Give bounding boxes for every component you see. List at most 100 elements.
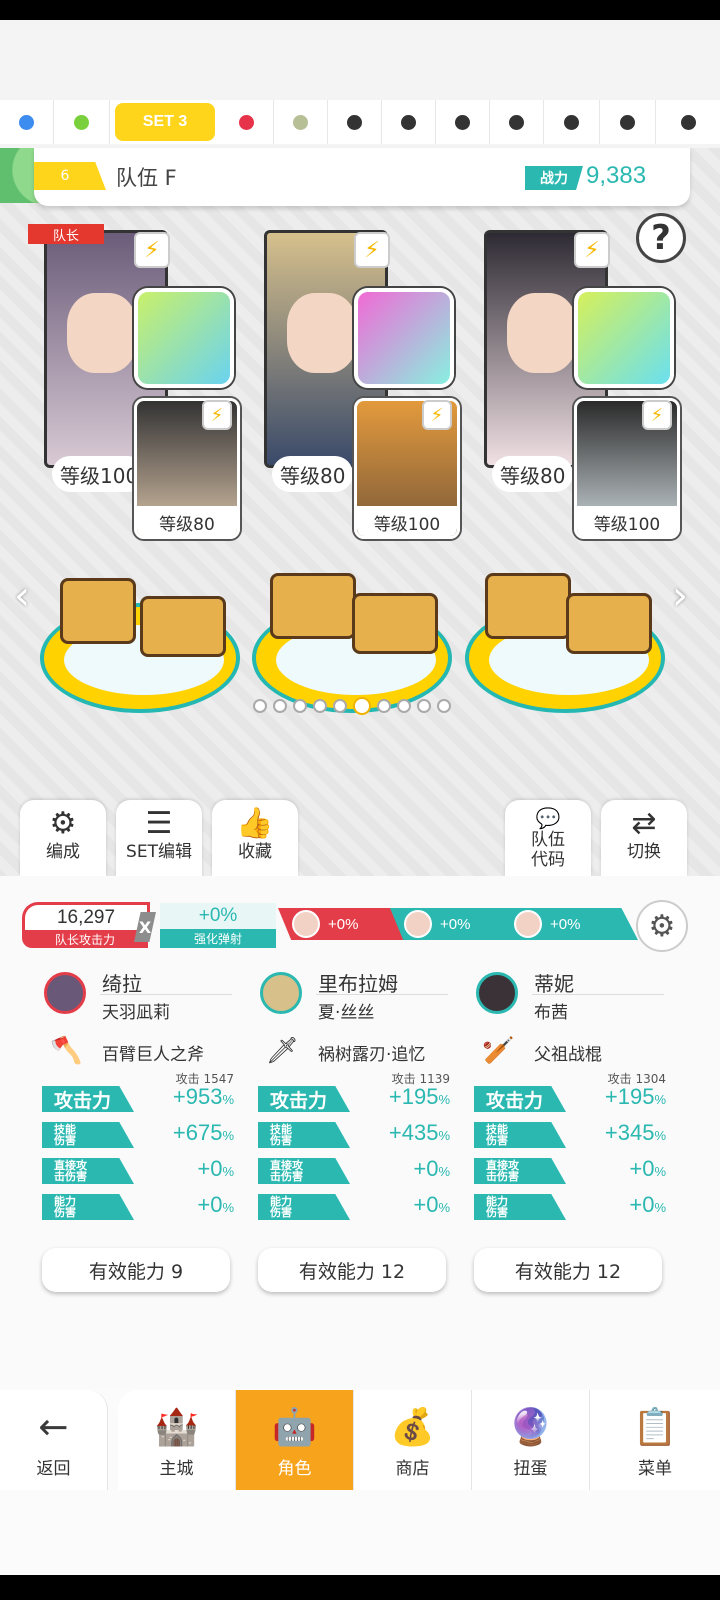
set-tab-10[interactable] xyxy=(544,100,600,144)
set-dot xyxy=(680,114,696,130)
set-dot xyxy=(293,114,308,130)
buff-value: +0% xyxy=(440,915,471,933)
set-tab-5[interactable] xyxy=(274,100,328,144)
lightning-icon: ⚡ xyxy=(134,232,170,268)
set-edit-label: SET编辑 xyxy=(126,842,192,862)
power-value: 9,383 xyxy=(586,162,647,189)
set-dot xyxy=(347,114,362,130)
avatar[interactable] xyxy=(476,972,518,1014)
page-dot[interactable] xyxy=(377,699,391,713)
buff-slot-1[interactable]: +0% xyxy=(278,908,410,940)
nav-label: 菜单 xyxy=(638,1459,672,1479)
menu-icon: 📋 xyxy=(632,1407,678,1448)
effective-ability-button-3[interactable]: 有效能力 12 xyxy=(474,1248,662,1292)
avatar[interactable] xyxy=(44,972,86,1014)
set-tab-12[interactable] xyxy=(656,100,720,144)
page-dot[interactable] xyxy=(273,699,287,713)
stat-value: +0% xyxy=(629,1156,666,1181)
favorite-label: 收藏 xyxy=(238,842,272,862)
page-dot[interactable] xyxy=(253,699,267,713)
swap-icon: ⇄ xyxy=(631,806,657,841)
stat-row-direct: 直接攻 击伤害 +0% xyxy=(42,1156,234,1184)
hero-level: 等级100 xyxy=(52,456,147,492)
team-code-label-2: 代码 xyxy=(531,850,565,870)
stat-label: 攻击力 xyxy=(258,1086,350,1112)
chevron-left-icon[interactable]: ‹ xyxy=(14,573,30,619)
team-number: 6 xyxy=(34,162,106,190)
set-tab-3[interactable]: SET 3 xyxy=(110,100,220,144)
stat-label: 能力 伤害 xyxy=(42,1194,134,1220)
gear-icon[interactable]: ⚙ xyxy=(636,900,688,952)
nav-hero[interactable]: 🤖 角色 xyxy=(236,1390,354,1490)
page-dot[interactable] xyxy=(313,699,327,713)
nav-gacha[interactable]: 🔮 扭蛋 xyxy=(472,1390,590,1490)
weapon-name: 百臂巨人之斧 xyxy=(102,1045,204,1065)
set-dot xyxy=(19,114,34,130)
page-dot[interactable] xyxy=(417,699,431,713)
weapon-slot-1[interactable] xyxy=(134,288,234,388)
stat-value: +195% xyxy=(604,1084,666,1109)
formation-label: 编成 xyxy=(46,842,80,862)
buff-value: +0% xyxy=(550,915,581,933)
effective-ability-button-1[interactable]: 有效能力 9 xyxy=(42,1248,230,1292)
set-tab-9[interactable] xyxy=(490,100,544,144)
switch-button[interactable]: ⇄ 切换 xyxy=(601,800,687,876)
nav-menu[interactable]: 📋 菜单 xyxy=(590,1390,720,1490)
hero-name: 蒂妮 xyxy=(534,972,574,996)
leader-attack-value: 16,297 xyxy=(22,902,150,930)
set-tab-bar: SET 3 xyxy=(0,100,720,144)
formation-icon: ⚙ xyxy=(49,806,77,841)
divider xyxy=(532,994,664,995)
effective-ability-button-2[interactable]: 有效能力 12 xyxy=(258,1248,446,1292)
nav-city[interactable]: 🏰 主城 xyxy=(118,1390,236,1490)
lightning-icon: ⚡ xyxy=(574,232,610,268)
lightning-icon: ⚡ xyxy=(202,400,232,430)
nav-label: 商店 xyxy=(395,1459,430,1479)
hero-name: 绮拉 xyxy=(102,972,142,996)
arrow-left-icon: ← xyxy=(38,1407,69,1448)
page-dot-active[interactable] xyxy=(353,697,371,715)
help-button[interactable]: ? xyxy=(636,213,686,263)
page-dot[interactable] xyxy=(397,699,411,713)
page-dot[interactable] xyxy=(293,699,307,713)
formation-button[interactable]: ⚙ 编成 xyxy=(20,800,106,876)
stat-label: 直接攻 击伤害 xyxy=(258,1158,350,1184)
set-tab-7[interactable] xyxy=(382,100,436,144)
hero-level: 等级80 xyxy=(492,456,574,492)
chevron-right-icon[interactable]: › xyxy=(672,573,688,619)
set-tab-2[interactable] xyxy=(54,100,110,144)
set-tab-11[interactable] xyxy=(600,100,656,144)
buff-slot-3[interactable]: +0% xyxy=(500,908,638,940)
stat-label: 能力 伤害 xyxy=(474,1194,566,1220)
nav-back[interactable]: ← 返回 xyxy=(0,1390,108,1490)
page-dot[interactable] xyxy=(333,699,347,713)
team-name[interactable]: 队伍 F xyxy=(116,162,177,192)
nav-shop[interactable]: 💰 商店 xyxy=(354,1390,472,1490)
set-tab-4[interactable] xyxy=(220,100,274,144)
hero-icon: 🤖 xyxy=(272,1407,317,1448)
stat-value: +0% xyxy=(197,1156,234,1181)
hero-face xyxy=(67,293,137,373)
lightning-icon: ⚡ xyxy=(642,400,672,430)
weapon-slot-2[interactable] xyxy=(354,288,454,388)
system-nav-bar xyxy=(0,1575,720,1600)
team-code-label-1: 队伍 xyxy=(531,830,565,850)
weapon-slot-3[interactable] xyxy=(574,288,674,388)
set-tab-8[interactable] xyxy=(436,100,490,144)
chat-icon: 💬 xyxy=(535,806,561,830)
set-tab-6[interactable] xyxy=(328,100,382,144)
set-edit-button[interactable]: ☰ SET编辑 xyxy=(116,800,202,876)
set-dot xyxy=(620,114,635,130)
set-dot xyxy=(509,114,524,130)
divider xyxy=(100,994,232,995)
set-tab-1[interactable] xyxy=(0,100,54,144)
switch-label: 切换 xyxy=(627,842,661,862)
page-dot[interactable] xyxy=(437,699,451,713)
gacha-icon: 🔮 xyxy=(508,1407,553,1448)
pixel-block xyxy=(566,593,652,654)
team-code-button[interactable]: 💬 队伍 代码 xyxy=(505,800,591,876)
weapon-icon: 🗡 xyxy=(266,1036,300,1066)
avatar[interactable] xyxy=(260,972,302,1014)
favorite-button[interactable]: 👍 收藏 xyxy=(212,800,298,876)
nav-label: 返回 xyxy=(36,1459,71,1479)
